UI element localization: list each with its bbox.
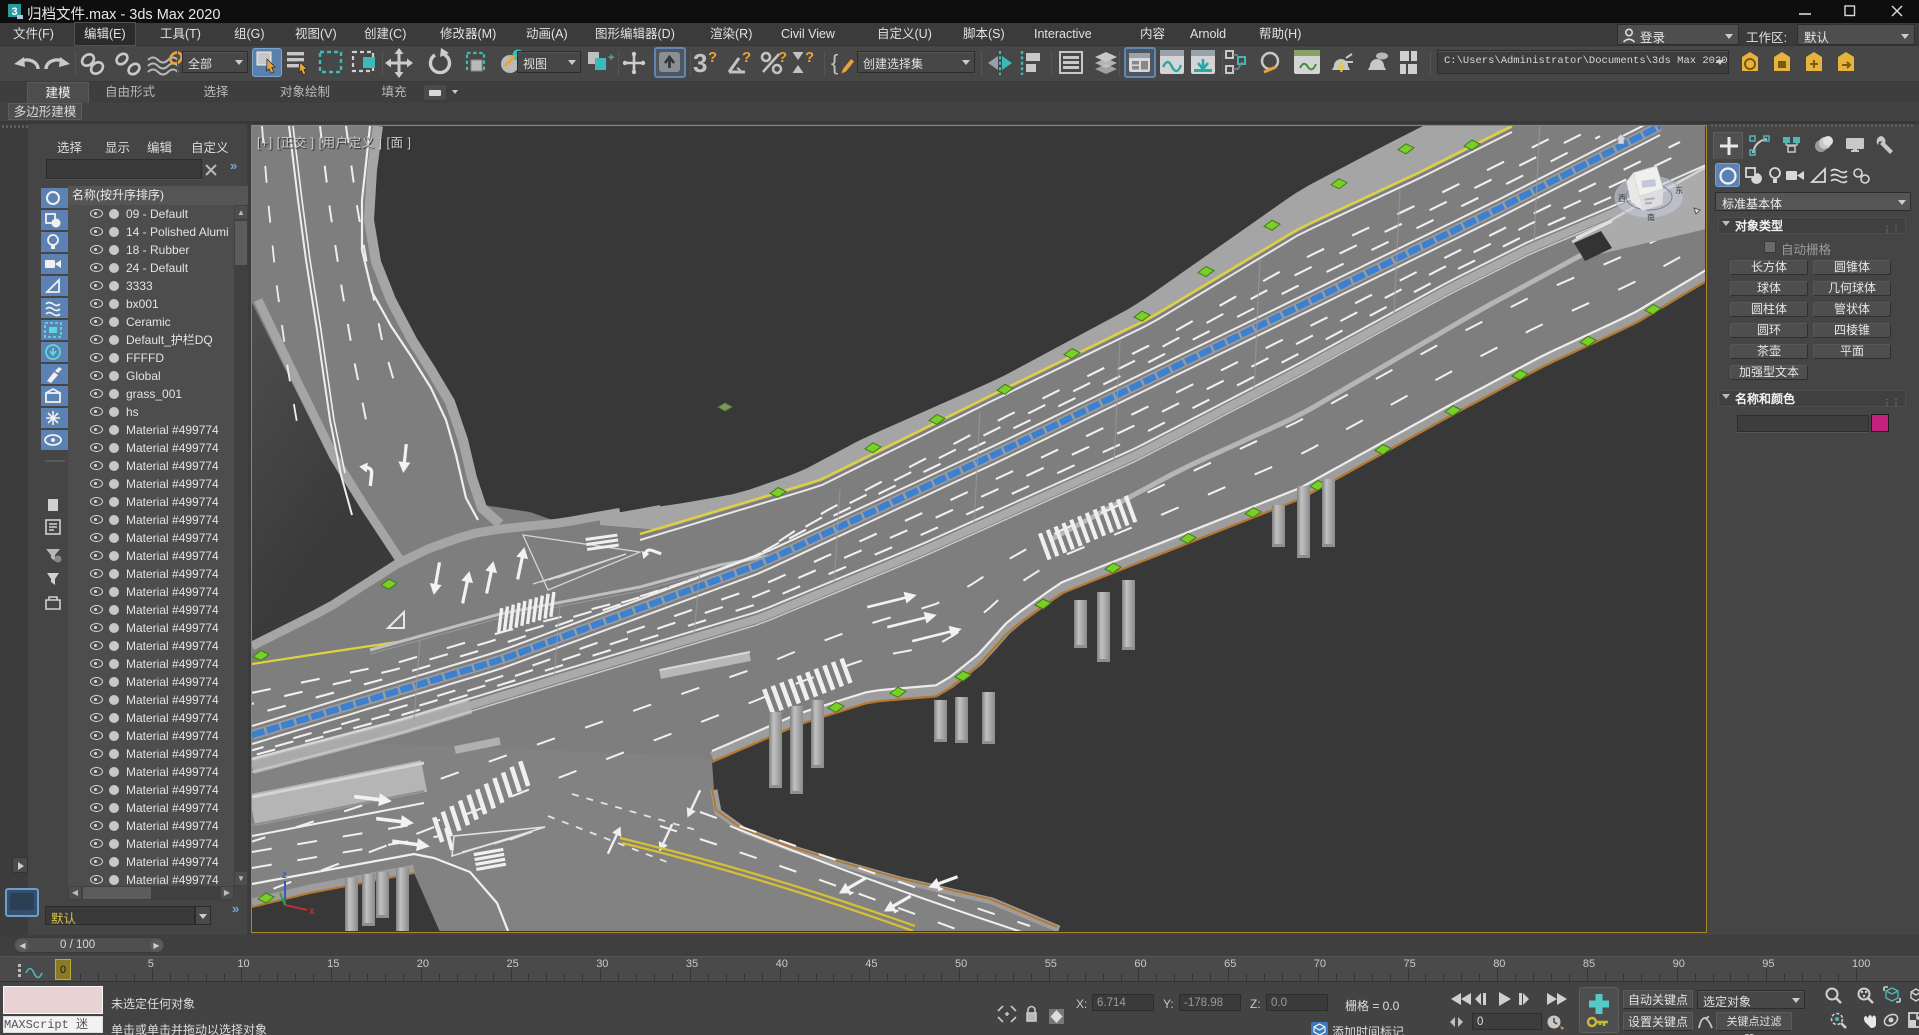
- svg-text:{: {: [831, 50, 838, 75]
- svg-text:z: z: [282, 870, 287, 881]
- svg-text:西: 西: [1618, 194, 1626, 203]
- svg-text:?: ?: [805, 49, 814, 66]
- svg-text:3: 3: [693, 48, 707, 78]
- svg-text:?: ?: [708, 49, 717, 66]
- svg-text:东: 东: [1675, 185, 1683, 195]
- svg-text:?: ?: [778, 49, 787, 66]
- svg-text:x: x: [309, 906, 315, 917]
- svg-text:?: ?: [742, 49, 751, 66]
- svg-text:3: 3: [11, 6, 17, 18]
- svg-text:+: +: [608, 52, 614, 64]
- svg-text:南: 南: [1647, 212, 1655, 222]
